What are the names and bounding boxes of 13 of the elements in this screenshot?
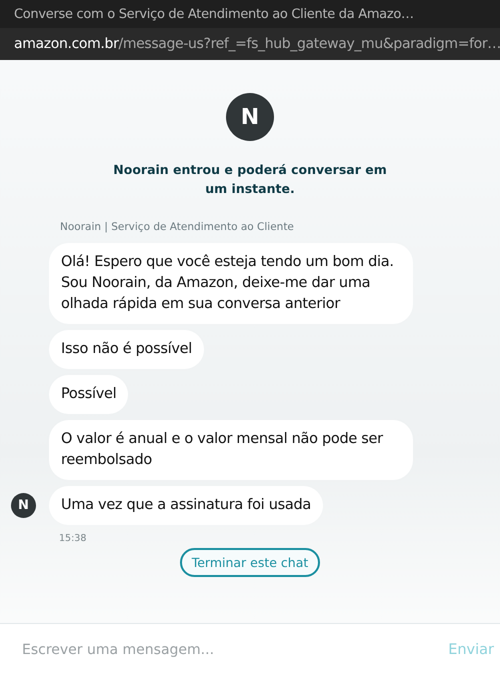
message-time: 15:38 (59, 533, 88, 544)
window-title: Converse com o Serviço de Atendimento ao Cliente da Amazo… (14, 6, 414, 22)
agent-joined-notice: Noorain entrou e poderá conversar em um instante. (112, 161, 388, 198)
sender-label: Noorain | Serviço de Atendimento ao Cliente (60, 221, 295, 233)
message-bubble: Isso não é possível (49, 330, 204, 369)
message-bubble: Possível (49, 375, 128, 414)
message-bubble: Olá! Espero que você esteja tendo um bom dia. Sou Noorain, da Amazon, deixe-me dar uma olhada rápida em sua conversa anterior (49, 243, 413, 324)
message-input[interactable]: Escrever uma mensagem... (20, 640, 448, 658)
agent-avatar: N (11, 493, 36, 518)
message-bubble: Uma vez que a assinatura foi usada (49, 486, 323, 525)
message-bubble: O valor é anual e o valor mensal não pode ser reembolsado (49, 420, 413, 480)
end-chat-button[interactable]: Terminar este chat (180, 548, 320, 577)
agent-avatar: N (226, 93, 274, 141)
